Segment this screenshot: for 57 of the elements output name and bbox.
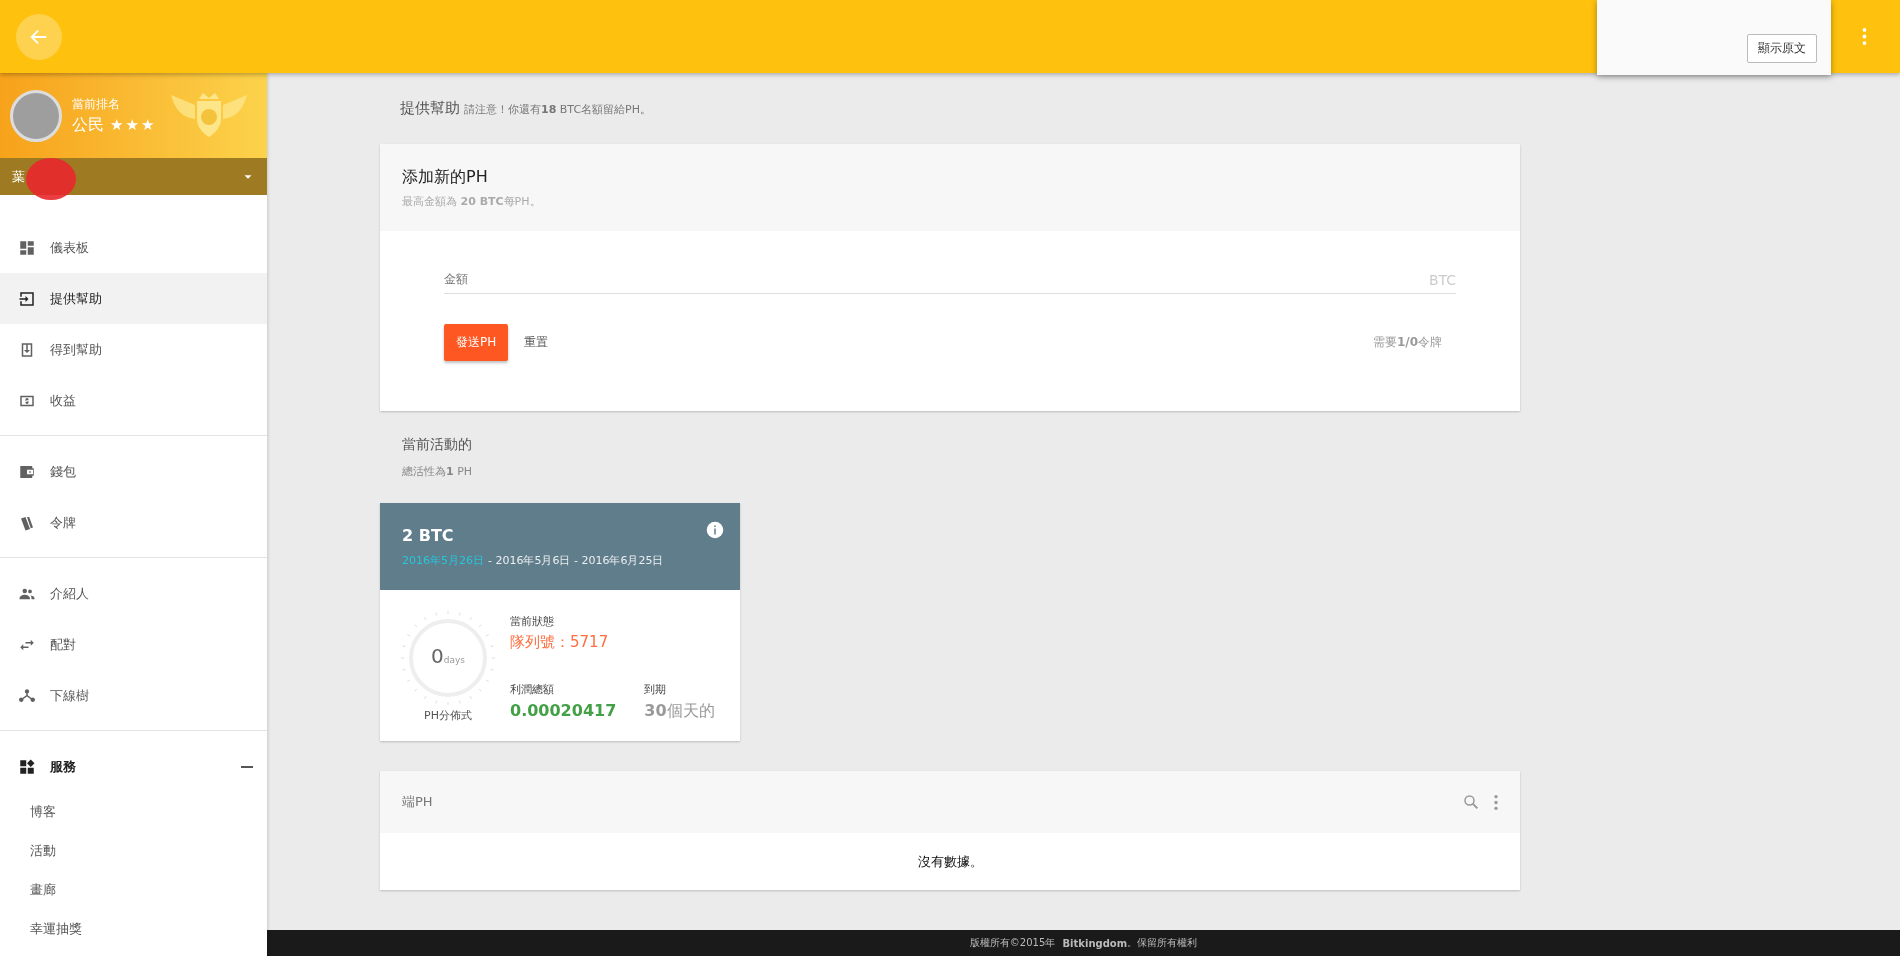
redaction-mark bbox=[26, 158, 76, 200]
star-icon: ★ bbox=[125, 116, 139, 134]
nav-item[interactable]: 下線樹 bbox=[0, 670, 267, 721]
page-title: 提供幫助 bbox=[400, 99, 460, 118]
nav-subitem[interactable]: 畫廊 bbox=[0, 870, 267, 909]
nav-item[interactable]: 提供幫助 bbox=[0, 273, 267, 324]
login-arrow-icon bbox=[18, 289, 36, 308]
search-icon bbox=[1462, 793, 1480, 811]
nav-subitem[interactable]: 活動 bbox=[0, 831, 267, 870]
due-label: 到期 bbox=[644, 682, 668, 697]
date-range: - 2016年5月6日 - 2016年6月25日 bbox=[488, 552, 664, 568]
show-original-button[interactable]: 顯示原文 bbox=[1747, 34, 1817, 63]
more-options-button[interactable] bbox=[1494, 794, 1498, 810]
nav-item[interactable]: 收益 bbox=[0, 375, 267, 426]
search-button[interactable] bbox=[1462, 793, 1480, 811]
footer-copyright: 版權所有©2015年 Bitkingdom。保留所有權利 bbox=[267, 930, 1900, 956]
table-title: 端PH bbox=[402, 793, 434, 811]
user-name: 葉 bbox=[12, 167, 25, 186]
days-value: 0 bbox=[431, 644, 444, 668]
back-button[interactable] bbox=[16, 13, 62, 60]
rank-label: 當前排名 bbox=[72, 95, 121, 113]
star-icon: ★ bbox=[110, 116, 124, 134]
empty-message: 沒有數據。 bbox=[916, 852, 984, 871]
card-title: 添加新的PH bbox=[402, 166, 489, 188]
nav-item[interactable]: 錢包 bbox=[0, 446, 267, 497]
ph-amount: 2 BTC bbox=[402, 525, 454, 545]
tree-icon bbox=[18, 686, 36, 705]
info-icon bbox=[706, 521, 724, 539]
tokens-note: 需要1/0令牌 bbox=[1372, 334, 1442, 351]
queue-status: 隊列號：5717 bbox=[510, 633, 610, 652]
star-icon: ★ bbox=[140, 116, 155, 134]
card-subtitle: 最高金額為 20 BTC每PH。 bbox=[402, 193, 542, 209]
nav-subitem[interactable]: 幸運抽獎 bbox=[0, 909, 267, 948]
days-unit: days bbox=[443, 655, 465, 665]
profit-value: 0.00020417 bbox=[510, 701, 617, 722]
status-label: 當前狀態 bbox=[510, 614, 555, 629]
section-subtitle: 總活性為1 PH bbox=[402, 464, 474, 479]
nav-item[interactable]: 令牌 bbox=[0, 497, 267, 548]
profit-label: 利潤總額 bbox=[510, 682, 555, 697]
reset-button[interactable]: 重置 bbox=[522, 328, 551, 357]
section-title: 當前活動的 bbox=[402, 436, 473, 454]
widgets-icon bbox=[18, 757, 36, 776]
start-date: 2016年5月26日 bbox=[402, 552, 484, 568]
services-toggle[interactable]: 服務 bbox=[0, 741, 267, 792]
due-value: 30個天的 bbox=[644, 701, 715, 722]
nav-item[interactable]: 得到幫助 bbox=[0, 324, 267, 375]
nav-item[interactable]: 配對 bbox=[0, 619, 267, 670]
dashboard-icon bbox=[18, 238, 36, 257]
nav-item[interactable]: 儀表板 bbox=[0, 222, 267, 273]
more-vertical-icon bbox=[1861, 28, 1867, 45]
more-vertical-icon bbox=[1494, 794, 1498, 810]
avatar bbox=[10, 89, 62, 142]
nav-subitem[interactable]: 博客 bbox=[0, 792, 267, 831]
quota-notice: 請注意！你還有18 BTC名額留給PH。 bbox=[464, 102, 651, 117]
nav-item[interactable]: 介紹人 bbox=[0, 568, 267, 619]
gauge-label: PH分佈式 bbox=[424, 708, 472, 723]
rank-name: 公民 bbox=[72, 114, 104, 136]
